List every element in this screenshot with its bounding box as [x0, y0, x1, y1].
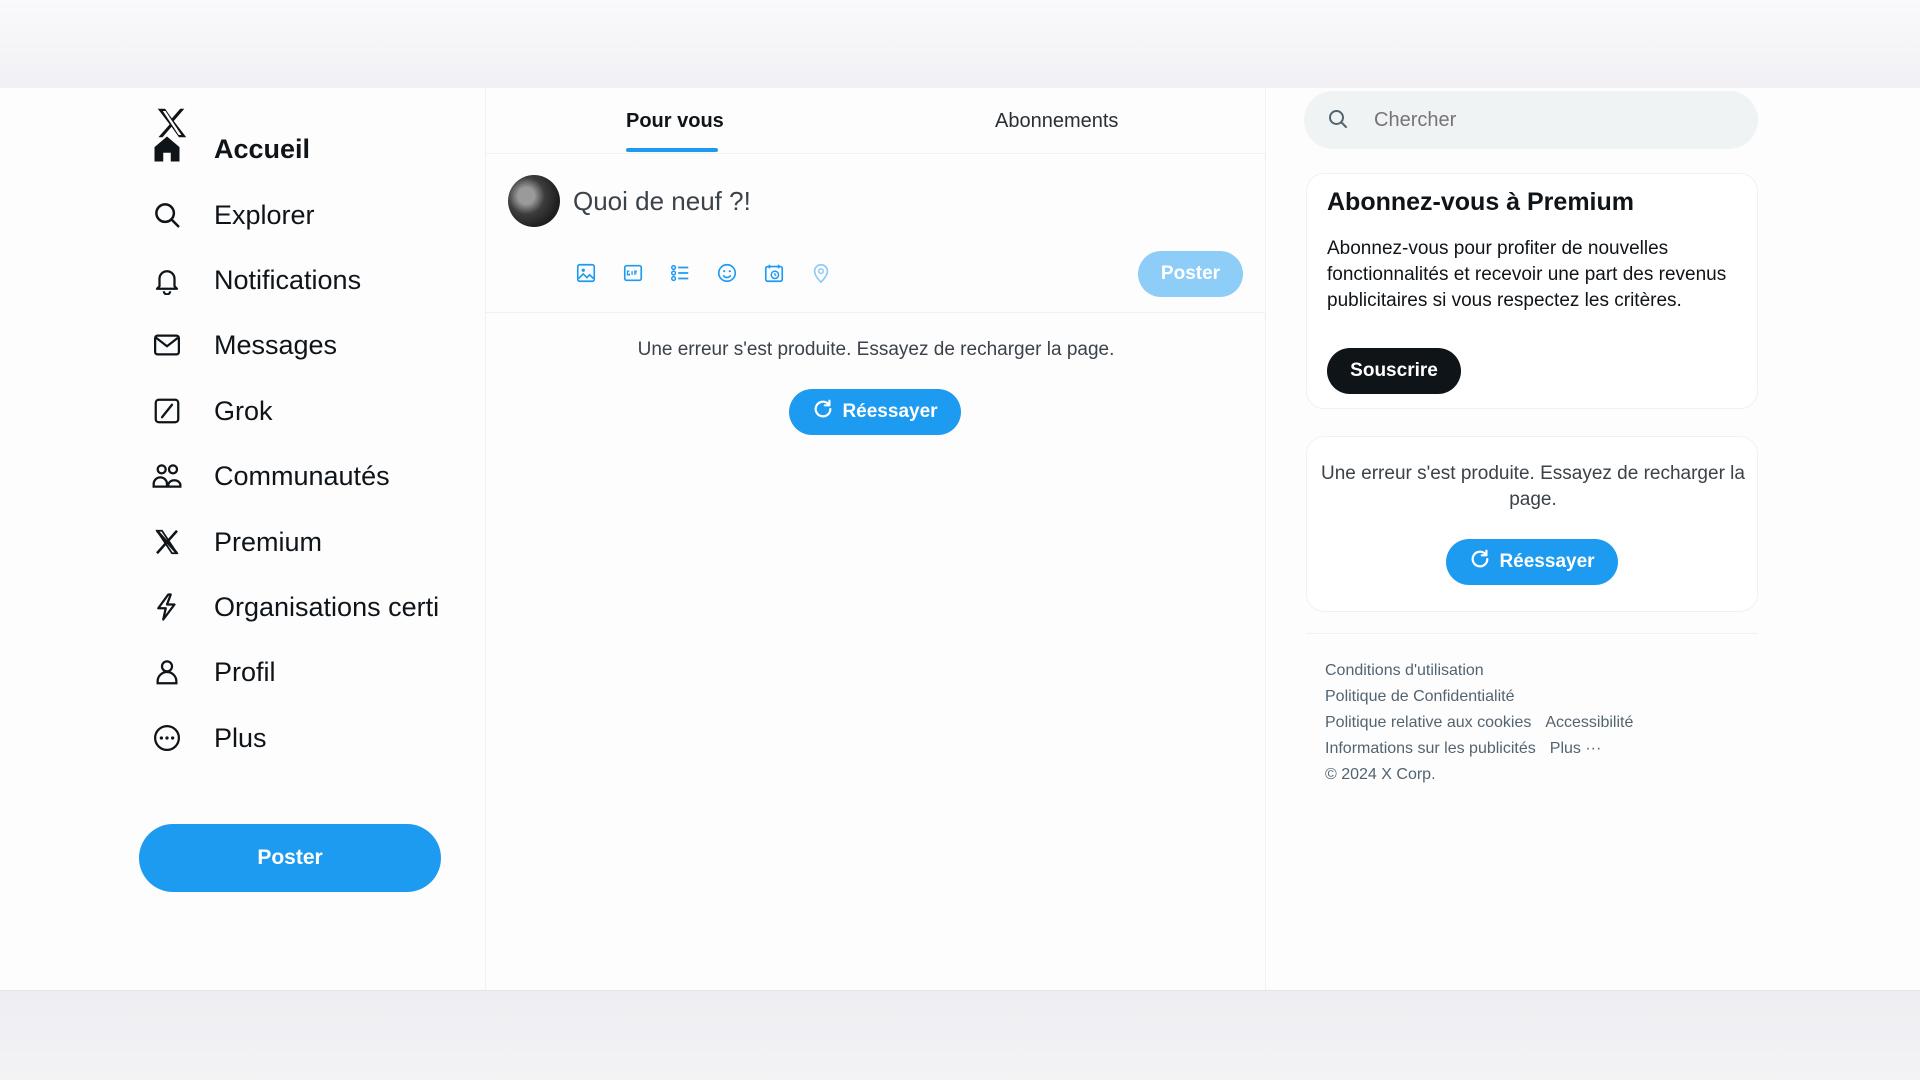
sidebar-item-label: Plus — [214, 722, 267, 753]
footer-link-cookies[interactable]: Politique relative aux cookies — [1325, 714, 1531, 731]
x-icon — [150, 525, 184, 559]
divider — [486, 312, 1266, 313]
poll-icon[interactable] — [667, 260, 693, 286]
premium-description: Abonnez-vous pour profiter de nouvelles … — [1327, 238, 1727, 311]
timeline-retry-button[interactable]: Réessayer — [789, 389, 961, 435]
active-tab-indicator — [626, 148, 718, 152]
top-background — [0, 0, 1920, 88]
home-icon — [150, 132, 184, 166]
trends-retry-button[interactable]: Réessayer — [1446, 539, 1618, 585]
person-icon — [150, 655, 184, 689]
sidebar-item-profil[interactable]: Profil — [150, 644, 470, 700]
image-icon[interactable] — [573, 260, 599, 286]
retry-label: Réessayer — [842, 401, 938, 422]
tab-abonnements[interactable]: Abonnements — [995, 88, 1118, 154]
sidebar-item-label: Messages — [214, 329, 338, 360]
emoji-icon[interactable] — [714, 260, 740, 286]
app-window: Accueil Explorer Notifications Messages — [0, 88, 1920, 990]
search-icon — [150, 198, 184, 232]
search-icon — [1326, 107, 1352, 133]
sidebar-item-organisations[interactable]: Organisations certi — [150, 579, 470, 635]
sidebar-post-button[interactable]: Poster — [139, 824, 441, 892]
sidebar: Accueil Explorer Notifications Messages — [0, 88, 486, 990]
envelope-icon — [150, 328, 184, 362]
location-icon[interactable] — [808, 260, 834, 286]
sidebar-item-communautes[interactable]: Communautés — [150, 448, 470, 504]
divider — [1306, 633, 1758, 634]
grok-icon — [150, 394, 184, 428]
search-input[interactable] — [1374, 108, 1734, 132]
search-bar[interactable] — [1304, 91, 1758, 149]
footer-link-more[interactable]: Plus ··· — [1550, 740, 1602, 757]
sidebar-item-premium[interactable]: Premium — [150, 514, 470, 570]
sidebar-item-label: Premium — [214, 526, 323, 557]
sidebar-item-messages[interactable]: Messages — [150, 317, 470, 373]
compose-input[interactable]: Quoi de neuf ?! — [573, 186, 751, 217]
subscribe-button[interactable]: Souscrire — [1327, 348, 1461, 394]
trends-error-message: Une erreur s'est produite. Essayez de re… — [1321, 463, 1745, 510]
avatar[interactable] — [508, 175, 560, 227]
sidebar-item-notifications[interactable]: Notifications — [150, 252, 470, 308]
sidebar-item-grok[interactable]: Grok — [150, 383, 470, 439]
sidebar-item-label: Organisations certi — [214, 591, 440, 622]
timeline-error-message: Une erreur s'est produite. Essayez de re… — [637, 339, 1115, 360]
retry-label: Réessayer — [1499, 551, 1595, 572]
refresh-icon — [812, 398, 834, 426]
schedule-icon[interactable] — [761, 260, 787, 286]
footer-link-ads[interactable]: Informations sur les publicités — [1325, 740, 1536, 757]
footer-link-privacy[interactable]: Politique de Confidentialité — [1325, 688, 1514, 705]
tab-pour-vous[interactable]: Pour vous — [626, 88, 724, 154]
timeline-tabs: Pour vous Abonnements — [486, 88, 1266, 154]
sidebar-item-label: Notifications — [214, 264, 362, 295]
bottom-background — [0, 990, 1920, 1080]
more-circle-icon — [150, 721, 184, 755]
sidebar-item-label: Communautés — [214, 460, 390, 491]
main-column: Pour vous Abonnements Quoi de neuf ?! Po… — [486, 88, 1266, 990]
right-column: Abonnez-vous à Premium Abonnez-vous pour… — [1266, 88, 1920, 990]
copyright: © 2024 X Corp. — [1325, 766, 1436, 783]
sidebar-item-label: Grok — [214, 395, 273, 426]
sidebar-item-explorer[interactable]: Explorer — [150, 187, 470, 243]
footer-link-accessibility[interactable]: Accessibilité — [1545, 714, 1633, 731]
sidebar-item-label: Profil — [214, 656, 276, 687]
gif-icon[interactable] — [620, 260, 646, 286]
sidebar-item-label: Accueil — [214, 133, 311, 164]
sidebar-item-label: Explorer — [214, 199, 315, 230]
bell-icon — [150, 263, 184, 297]
refresh-icon — [1469, 548, 1491, 576]
footer-link-terms[interactable]: Conditions d'utilisation — [1325, 662, 1484, 679]
premium-title: Abonnez-vous à Premium — [1327, 188, 1634, 216]
lightning-icon — [150, 590, 184, 624]
sidebar-item-accueil[interactable]: Accueil — [150, 121, 470, 177]
trends-error-card: Une erreur s'est produite. Essayez de re… — [1306, 436, 1758, 612]
sidebar-item-plus[interactable]: Plus — [150, 710, 470, 766]
footer-links: Conditions d'utilisation Politique de Co… — [1325, 658, 1745, 788]
premium-card: Abonnez-vous à Premium Abonnez-vous pour… — [1306, 173, 1758, 409]
people-icon — [150, 459, 184, 493]
compose-post-button[interactable]: Poster — [1138, 251, 1243, 297]
